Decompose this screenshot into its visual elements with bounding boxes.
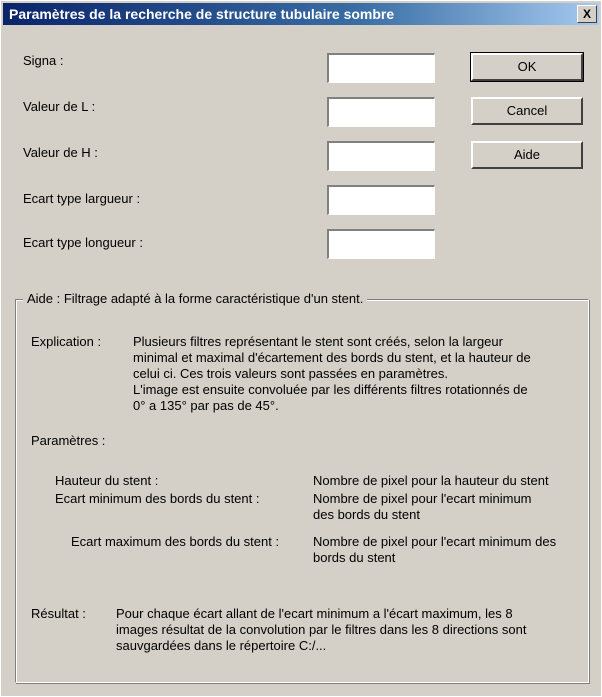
explication-line: Plusieurs filtres représentant le stent … bbox=[133, 334, 503, 349]
param-desc-ecart-max: bords du stent bbox=[313, 550, 396, 565]
cancel-button[interactable]: Cancel bbox=[471, 97, 583, 125]
explication-line: minimal et maximal d'écartement des bord… bbox=[133, 350, 531, 365]
title-bar: Paramètres de la recherche de structure … bbox=[3, 3, 599, 25]
explication-label: Explication : bbox=[31, 334, 102, 349]
ecart-largueur-input[interactable] bbox=[327, 185, 435, 215]
parametres-label: Paramètres : bbox=[31, 433, 106, 448]
valeur-l-label: Valeur de L : bbox=[23, 99, 96, 114]
close-button[interactable]: X bbox=[577, 5, 597, 23]
window-title: Paramètres de la recherche de structure … bbox=[9, 6, 395, 22]
explication-line: L'image est ensuite convoluée par les di… bbox=[133, 382, 528, 397]
resultat-line: sauvgardées dans le répertoire C:/... bbox=[116, 638, 327, 653]
valeur-h-label: Valeur de H : bbox=[23, 145, 98, 160]
ok-button[interactable]: OK bbox=[470, 52, 584, 82]
ecart-largueur-label: Ecart type largueur : bbox=[23, 191, 141, 206]
param-desc-ecart-max: Nombre de pixel pour l'ecart minimum des bbox=[313, 534, 557, 549]
ecart-longueur-label: Ecart type longueur : bbox=[23, 235, 143, 250]
param-name-ecart-min: Ecart minimum des bords du stent : bbox=[55, 491, 260, 506]
help-group-title: Aide : Filtrage adapté à la forme caract… bbox=[23, 291, 368, 306]
param-name-ecart-max: Ecart maximum des bords du stent : bbox=[71, 534, 280, 549]
signa-label: Signa : bbox=[23, 53, 64, 68]
param-desc-hauteur: Nombre de pixel pour la hauteur du stent bbox=[313, 473, 549, 488]
help-button[interactable]: Aide bbox=[471, 141, 583, 169]
resultat-line: images résultat de la convolution par le… bbox=[116, 622, 527, 637]
param-desc-ecart-min: Nombre de pixel pour l'ecart minimum bbox=[313, 491, 532, 506]
param-name-hauteur: Hauteur du stent : bbox=[55, 473, 159, 488]
valeur-h-input[interactable] bbox=[327, 141, 435, 171]
param-desc-ecart-min: des bords du stent bbox=[313, 507, 420, 522]
explication-line: 0° a 135° par pas de 45°. bbox=[133, 398, 279, 413]
ecart-longueur-input[interactable] bbox=[327, 229, 435, 259]
valeur-l-input[interactable] bbox=[327, 97, 435, 127]
explication-line: celui ci. Ces trois valeurs sont passées… bbox=[133, 366, 449, 381]
resultat-label: Résultat : bbox=[31, 606, 86, 621]
resultat-line: Pour chaque écart allant de l'ecart mini… bbox=[116, 606, 513, 621]
signa-input[interactable] bbox=[327, 53, 435, 83]
dialog-window: Paramètres de la recherche de structure … bbox=[0, 0, 602, 697]
